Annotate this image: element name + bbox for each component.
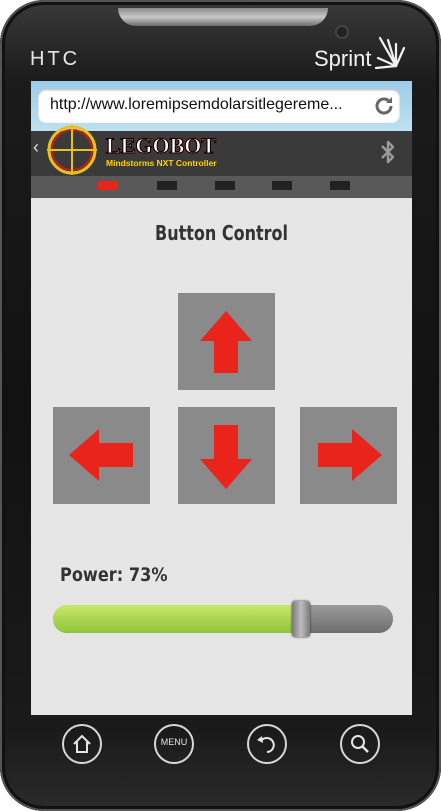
power-label: Power: 73% [60, 564, 168, 586]
url-text[interactable]: http://www.loremipsemdolarsitlegereme... [50, 96, 360, 114]
menu-label: MENU [160, 737, 188, 747]
down-button[interactable] [178, 407, 275, 504]
phone-frame: HTC Sprint http://www.loremipsemdolarsit… [0, 0, 441, 811]
up-button[interactable] [178, 293, 275, 390]
page-dot-1[interactable] [98, 181, 118, 190]
search-icon [351, 735, 369, 753]
back-button[interactable] [247, 724, 287, 764]
refresh-icon[interactable] [372, 94, 396, 118]
right-button[interactable] [300, 407, 397, 504]
menu-button[interactable]: MENU [154, 724, 194, 764]
left-button[interactable] [53, 407, 150, 504]
app-header: ‹ LEGOBOT Mindstorms NXT Controller [31, 125, 412, 176]
power-slider[interactable] [53, 601, 393, 637]
home-button[interactable] [62, 724, 102, 764]
down-arrow-icon [200, 425, 252, 489]
earpiece-speaker [118, 8, 328, 26]
bluetooth-icon[interactable] [378, 139, 398, 165]
back-icon [257, 736, 275, 753]
slider-handle[interactable] [292, 601, 310, 637]
chevron-left-icon[interactable]: ‹ [33, 137, 39, 158]
up-arrow-icon [200, 311, 252, 373]
app-logo-subtitle: Mindstorms NXT Controller [106, 158, 217, 168]
page-dot-4[interactable] [272, 181, 292, 190]
sprint-pin-icon [374, 36, 406, 70]
brand-logo: HTC [30, 48, 81, 70]
home-icon [73, 734, 91, 753]
slider-fill [53, 605, 301, 633]
logo-crosshair-icon [47, 125, 97, 175]
url-bar[interactable]: http://www.loremipsemdolarsitlegereme... [38, 89, 400, 123]
screen: http://www.loremipsemdolarsitlegereme...… [31, 81, 412, 715]
page-dot-5[interactable] [330, 181, 350, 190]
page-dot-2[interactable] [157, 181, 177, 190]
front-camera [337, 27, 347, 37]
right-arrow-icon [318, 429, 382, 481]
page-title: Button Control [155, 221, 288, 245]
carrier-logo: Sprint [314, 46, 372, 71]
search-button[interactable] [340, 724, 380, 764]
page-indicator [31, 176, 412, 198]
left-arrow-icon [69, 429, 133, 481]
page-dot-3[interactable] [215, 181, 235, 190]
app-logo-title: LEGOBOT [105, 133, 217, 159]
